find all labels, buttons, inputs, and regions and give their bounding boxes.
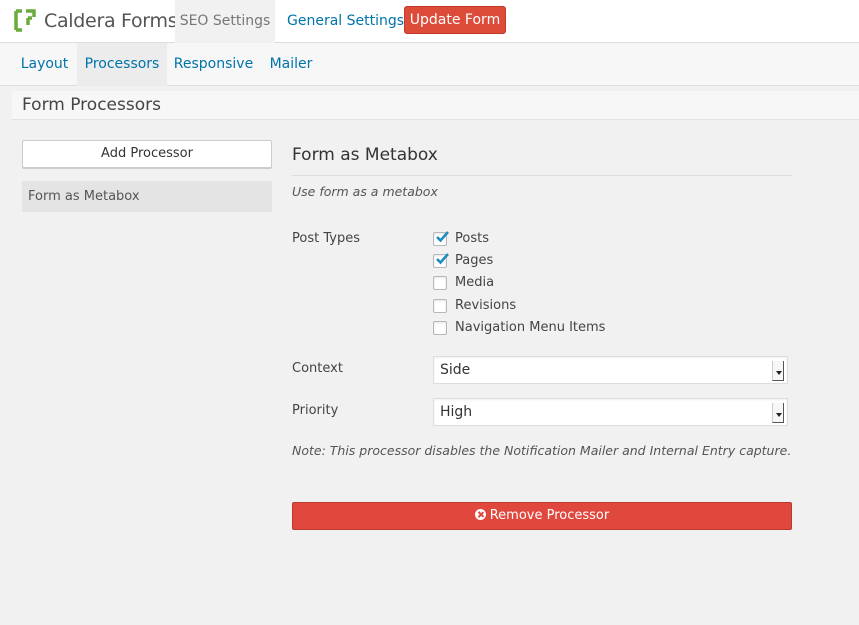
brand-name: Caldera Forms xyxy=(44,10,178,32)
checkbox-label-nav-menu-items: Navigation Menu Items xyxy=(455,320,606,335)
update-form-button[interactable]: Update Form xyxy=(404,6,506,34)
checkbox-posts[interactable] xyxy=(433,231,449,246)
sub-navigation: Layout Processors Responsive Mailer xyxy=(0,43,859,86)
checkbox-label-media: Media xyxy=(455,275,495,290)
add-processor-button[interactable]: Add Processor xyxy=(22,140,272,168)
context-select[interactable]: Side xyxy=(433,356,788,384)
caldera-logo-icon xyxy=(14,9,36,32)
processor-note: Note: This processor disables the Notifi… xyxy=(292,443,792,458)
tab-processors[interactable]: Processors xyxy=(77,43,167,86)
chevron-down-icon xyxy=(772,361,784,381)
checkbox-nav-menu-items[interactable] xyxy=(433,321,447,335)
priority-select-value: High xyxy=(440,404,473,420)
divider xyxy=(292,175,792,176)
checkbox-label-revisions: Revisions xyxy=(455,298,517,313)
processor-description: Use form as a metabox xyxy=(292,184,438,199)
remove-processor-button[interactable]: Remove Processor xyxy=(292,502,792,530)
check-icon xyxy=(436,253,449,265)
context-label: Context xyxy=(292,361,343,376)
section-title: Form Processors xyxy=(22,95,161,115)
processor-list-item[interactable]: Form as Metabox xyxy=(22,181,272,212)
tab-layout[interactable]: Layout xyxy=(12,43,77,86)
chevron-down-icon xyxy=(772,403,784,423)
context-select-value: Side xyxy=(440,362,471,378)
checkbox-label-pages: Pages xyxy=(455,253,494,268)
checkbox-media[interactable] xyxy=(433,276,447,290)
checkbox-pages[interactable] xyxy=(433,253,449,268)
tab-seo-settings[interactable]: SEO Settings xyxy=(175,0,275,43)
checkbox-label-posts: Posts xyxy=(455,231,489,246)
priority-select[interactable]: High xyxy=(433,398,788,426)
tab-general-settings[interactable]: General Settings xyxy=(287,0,404,43)
checkbox-revisions[interactable] xyxy=(433,299,447,313)
section-header: Form Processors xyxy=(12,91,859,120)
processor-title: Form as Metabox xyxy=(292,145,438,165)
times-circle-icon xyxy=(474,509,486,520)
check-icon xyxy=(436,231,449,243)
tab-mailer[interactable]: Mailer xyxy=(260,43,322,86)
tab-responsive[interactable]: Responsive xyxy=(167,43,260,86)
top-bar: Caldera Forms SEO Settings General Setti… xyxy=(0,0,859,43)
priority-label: Priority xyxy=(292,403,339,418)
post-types-label: Post Types xyxy=(292,231,360,246)
remove-processor-label: Remove Processor xyxy=(489,508,610,523)
